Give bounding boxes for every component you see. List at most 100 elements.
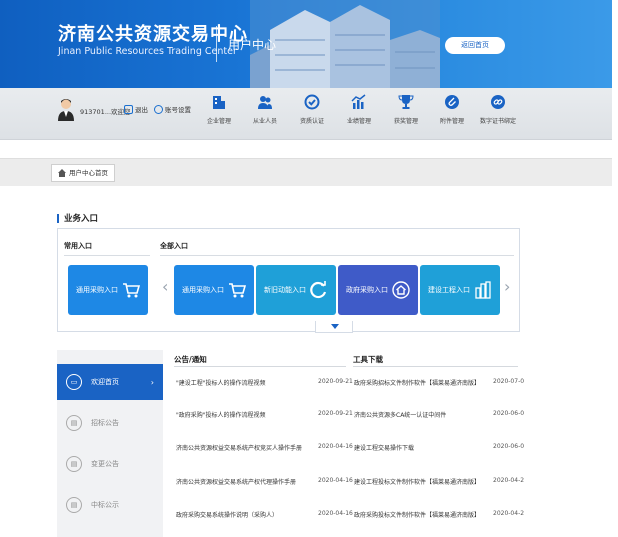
home-icon [58, 169, 66, 177]
refresh-icon [310, 281, 327, 299]
sidebar-item-label: 中标公示 [91, 501, 119, 509]
tool-link[interactable]: 建设工程交易操作下载 [354, 443, 414, 452]
sidebar-item-tender-notice[interactable]: ▤ 招标公告 [57, 405, 163, 441]
sidebar-item-label: 招标公告 [91, 419, 119, 427]
house-icon [392, 281, 410, 299]
entry-government-procurement-tile[interactable]: 政府采购入口 [338, 265, 418, 315]
sidebar-item-change-notice[interactable]: ▤ 变更公告 [57, 446, 163, 482]
common-entry-procurement-tile[interactable]: 通用采购入口 [68, 265, 148, 315]
logout-label: 退出 [135, 106, 148, 114]
paperclip-icon [445, 95, 459, 109]
tools-heading: 工具下载 [353, 355, 383, 364]
nav-label: 获奖管理 [393, 118, 418, 125]
buildings-icon [475, 281, 491, 299]
avatar [58, 99, 74, 121]
nav-performance[interactable]: 业绩管理 [337, 94, 381, 125]
brand-divider [216, 26, 217, 62]
notice-date: 2020-09-21 [318, 410, 353, 417]
nav-label: 业绩管理 [346, 118, 371, 125]
common-entries-label: 常用入口 [64, 242, 92, 250]
link-icon [491, 95, 505, 109]
entries-prev-arrow[interactable]: ‹ [162, 277, 168, 296]
nav-label: 附件管理 [439, 118, 464, 125]
account-settings-label: 账号设置 [165, 106, 191, 114]
notice-link[interactable]: 济南公共资源权益交易系统产权竞买人操作手册 [176, 443, 302, 452]
nav-awards[interactable]: 获奖管理 [384, 94, 428, 125]
business-entry-panel: 常用入口 全部入口 通用采购入口 ‹ 通用采购入口 新旧动能入口 政府采购入口 … [57, 228, 520, 333]
user-name: 913701...欢迎您 [80, 108, 131, 116]
notice-link[interactable]: 济南公共资源权益交易系统产权代理操作手册 [176, 477, 296, 486]
entry-procurement-tile[interactable]: 通用采购入口 [174, 265, 254, 315]
notice-date: 2020-04-16 [318, 477, 353, 484]
document-icon: ▤ [66, 415, 82, 431]
tool-date: 2020-04-2 [493, 477, 525, 484]
tool-link[interactable]: 政府采购投标文件制作软件【福莱易通济南版】 [354, 510, 480, 519]
sidebar-item-label: 变更公告 [91, 460, 119, 468]
nav-staff[interactable]: 从业人员 [243, 94, 287, 125]
nav-attachments[interactable]: 附件管理 [430, 94, 474, 125]
notice-date: 2020-04-16 [318, 510, 353, 517]
breadcrumb-bar: 用户中心首页 [0, 158, 612, 186]
account-settings-link[interactable]: 账号设置 [154, 104, 191, 114]
sidebar-item-welcome[interactable]: ▭ 欢迎首页 › [57, 364, 163, 400]
nav-cert-binding[interactable]: 数字证书绑定 [476, 94, 520, 125]
expand-toggle-button[interactable] [315, 321, 353, 333]
tool-date: 2020-04-2 [493, 510, 525, 517]
tool-link[interactable]: 济南公共资源多CA统一认证中间件 [354, 410, 446, 419]
section-title: 业务入口 [57, 212, 98, 224]
divider [160, 255, 514, 256]
entry-construction-tile[interactable]: 建设工程入口 [420, 265, 500, 315]
logout-link[interactable]: 退出 [124, 104, 148, 114]
tool-date: 2020-06-0 [493, 410, 525, 417]
tile-label: 政府采购入口 [346, 286, 388, 294]
tile-label: 通用采购入口 [76, 286, 118, 294]
tile-label: 通用采购入口 [182, 286, 224, 294]
tool-link[interactable]: 建设工程投标文件制作软件【福莱易通济南版】 [354, 477, 480, 486]
notices-heading: 公告/通知 [174, 355, 207, 364]
cart-icon [123, 283, 140, 298]
notice-date: 2020-04-16 [318, 443, 353, 450]
entries-next-arrow[interactable]: › [504, 277, 510, 296]
users-icon [258, 96, 272, 109]
nav-enterprise[interactable]: 企业管理 [197, 94, 241, 125]
nav-label: 资质认证 [299, 118, 324, 125]
brand-subtitle: Jinan Public Resources Trading Center [58, 46, 237, 57]
section-marker-icon [57, 213, 61, 223]
sidebar-item-award-notice[interactable]: ▤ 中标公示 [57, 487, 163, 523]
divider [174, 366, 346, 367]
user-toolbar: 913701...欢迎您 退出 账号设置 企业管理 从业人员 资质认证 业绩管理… [0, 88, 612, 140]
entry-new-energy-tile[interactable]: 新旧动能入口 [256, 265, 336, 315]
divider [353, 366, 518, 367]
tool-date: 2020-06-0 [493, 443, 525, 450]
nav-label: 企业管理 [206, 118, 231, 125]
chevron-right-icon: › [150, 377, 154, 387]
breadcrumb-label: 用户中心首页 [69, 169, 108, 177]
monitor-icon: ▭ [66, 374, 82, 390]
logout-icon [124, 104, 133, 114]
tile-label: 新旧动能入口 [264, 286, 306, 294]
notice-link[interactable]: "政府采购"投标人的操作流程视频 [176, 410, 266, 419]
header-banner: 济南公共资源交易中心 Jinan Public Resources Tradin… [0, 0, 612, 88]
tool-link[interactable]: 政府采购招标文件制作软件【福莱易通济南版】 [354, 378, 480, 387]
trophy-icon [398, 95, 414, 109]
back-home-button[interactable]: 返回首页 [445, 37, 505, 54]
notice-date: 2020-09-21 [318, 378, 353, 385]
nav-label: 从业人员 [252, 118, 277, 125]
notice-link[interactable]: 政府采购交易系统操作说明（采购人） [176, 510, 278, 519]
nav-qualification[interactable]: 资质认证 [290, 94, 334, 125]
tile-label: 建设工程入口 [428, 286, 470, 294]
document-icon: ▤ [66, 456, 82, 472]
sidebar-item-label: 欢迎首页 [91, 378, 119, 386]
breadcrumb[interactable]: 用户中心首页 [51, 164, 115, 182]
chart-icon [351, 94, 366, 109]
badge-icon [304, 94, 320, 110]
document-icon: ▤ [66, 497, 82, 513]
notice-link[interactable]: "建设工程"投标人的操作流程视频 [176, 378, 266, 387]
divider [64, 255, 150, 256]
cart-icon [229, 283, 246, 298]
nav-label: 数字证书绑定 [479, 118, 516, 125]
tool-date: 2020-07-0 [493, 378, 525, 385]
section-title-label: 业务入口 [64, 214, 99, 224]
all-entries-label: 全部入口 [160, 242, 188, 250]
building-icon [213, 96, 225, 109]
